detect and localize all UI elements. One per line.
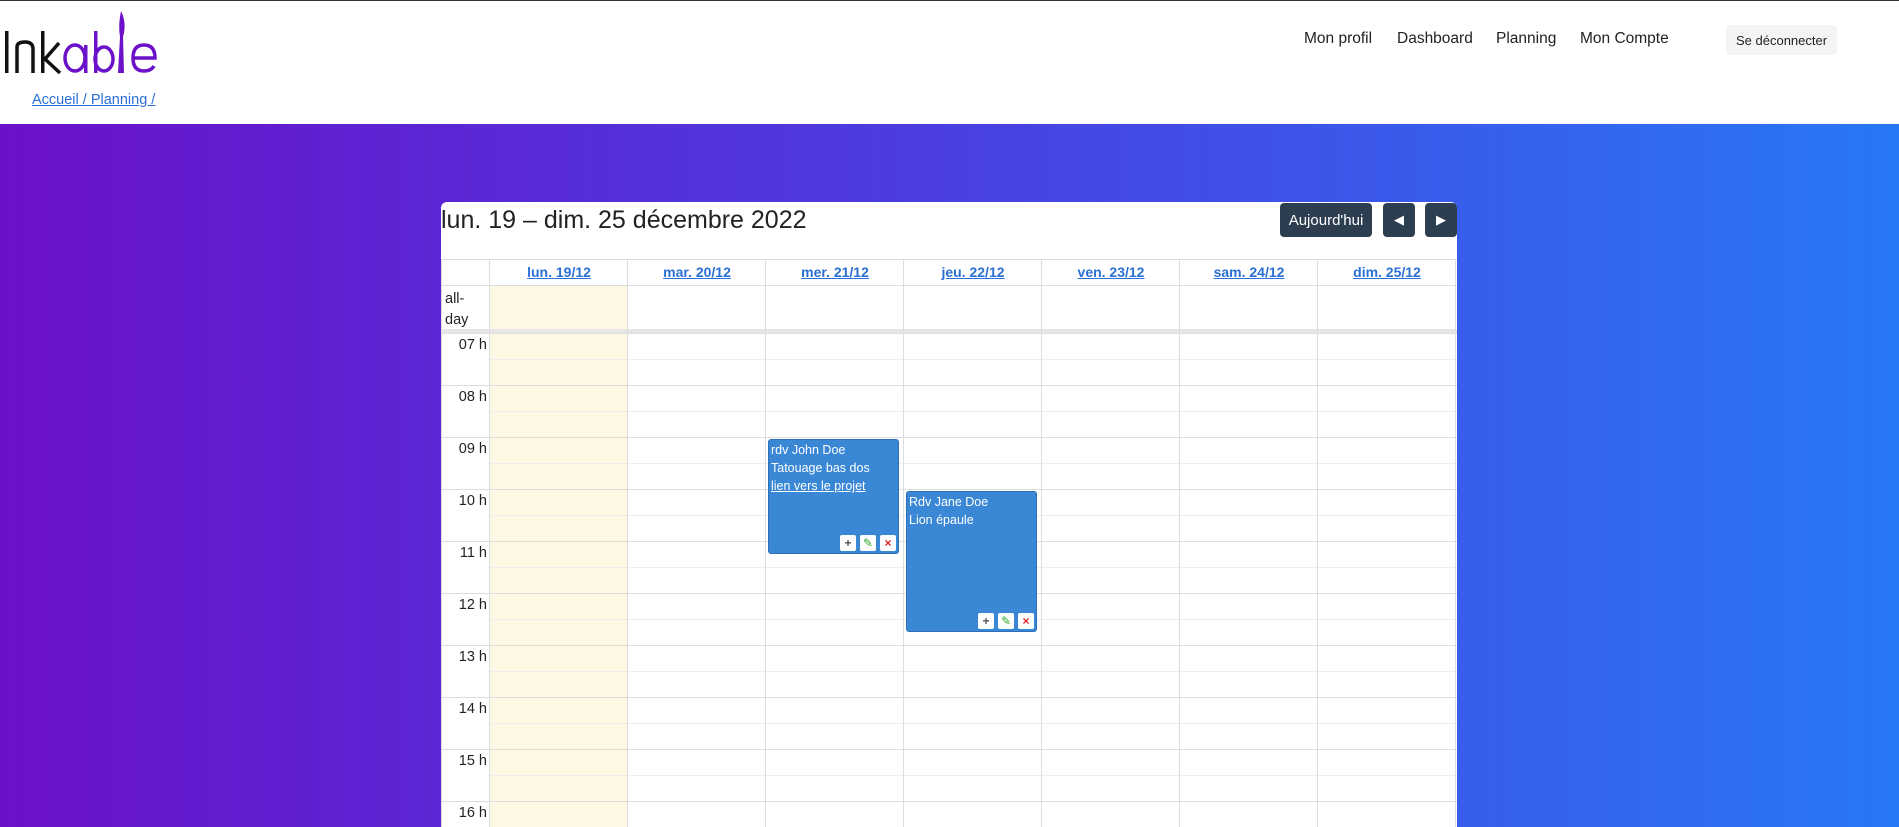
nav-planning[interactable]: Planning xyxy=(1496,30,1556,48)
calendar-title: lun. 19 – dim. 25 décembre 2022 xyxy=(441,206,807,234)
breadcrumb[interactable]: Accueil / Planning / xyxy=(32,92,155,108)
hour-line xyxy=(441,385,1457,386)
column-line xyxy=(1179,259,1180,827)
grid-left-border xyxy=(441,259,442,827)
hour-label: 14 h xyxy=(458,701,487,717)
hour-label: 09 h xyxy=(458,441,487,457)
column-line xyxy=(1455,259,1456,827)
logout-button[interactable]: Se déconnecter xyxy=(1726,25,1838,55)
calendar-event[interactable]: Rdv Jane Doe Lion épaule + ✎ × xyxy=(906,491,1037,632)
column-line xyxy=(489,259,490,827)
hour-label: 08 h xyxy=(458,389,487,405)
event-actions: + ✎ × xyxy=(978,613,1034,629)
pencil-icon[interactable]: ✎ xyxy=(998,613,1014,629)
hour-label: 13 h xyxy=(458,649,487,665)
hour-line xyxy=(441,437,1457,438)
half-hour-line xyxy=(490,671,1457,672)
nav-mon-compte[interactable]: Mon Compte xyxy=(1580,30,1669,48)
day-header[interactable]: ven. 23/12 xyxy=(1042,260,1180,285)
nav-dashboard[interactable]: Dashboard xyxy=(1397,30,1473,48)
half-hour-line xyxy=(490,411,1457,412)
calendar-event[interactable]: rdv John Doe Tatouage bas dos lien vers le… xyxy=(768,439,899,554)
event-description: Lion épaule xyxy=(909,513,974,527)
chevron-left-icon: ◀ xyxy=(1394,212,1404,227)
hour-label: 16 h xyxy=(458,805,487,821)
day-header[interactable]: dim. 25/12 xyxy=(1318,260,1456,285)
hour-line xyxy=(441,489,1457,490)
half-hour-line xyxy=(490,359,1457,360)
site-header: Mon profil Dashboard Planning Mon Compte… xyxy=(0,1,1899,124)
column-line xyxy=(1041,259,1042,827)
header-divider xyxy=(441,285,1457,286)
close-icon[interactable]: × xyxy=(880,535,896,551)
column-line xyxy=(765,259,766,827)
half-hour-line xyxy=(490,723,1457,724)
event-title: rdv John Doe xyxy=(771,443,846,457)
hour-line xyxy=(441,333,1457,334)
next-week-button[interactable]: ▶ xyxy=(1425,203,1457,237)
today-button[interactable]: Aujourd'hui xyxy=(1280,203,1372,237)
event-description: Tatouage bas dos xyxy=(771,461,870,475)
column-line xyxy=(1317,259,1318,827)
chevron-right-icon: ▶ xyxy=(1436,212,1446,227)
inkable-logo[interactable] xyxy=(3,7,163,75)
hour-line xyxy=(441,801,1457,802)
day-header[interactable]: mar. 20/12 xyxy=(628,260,766,285)
event-project-link[interactable]: lien vers le projet xyxy=(771,479,866,493)
day-header[interactable]: lun. 19/12 xyxy=(490,260,628,285)
hour-line xyxy=(441,645,1457,646)
half-hour-line xyxy=(490,775,1457,776)
event-title: Rdv Jane Doe xyxy=(909,495,989,509)
nav-mon-profil[interactable]: Mon profil xyxy=(1304,30,1372,48)
event-actions: + ✎ × xyxy=(840,535,896,551)
all-day-label: all-day xyxy=(445,291,469,328)
close-icon[interactable]: × xyxy=(1018,613,1034,629)
hour-label: 10 h xyxy=(458,493,487,509)
column-line xyxy=(627,259,628,827)
today-column-highlight xyxy=(490,285,628,827)
add-icon[interactable]: + xyxy=(978,613,994,629)
half-hour-line xyxy=(490,463,1457,464)
day-header[interactable]: jeu. 22/12 xyxy=(904,260,1042,285)
hour-line xyxy=(441,697,1457,698)
pencil-icon[interactable]: ✎ xyxy=(860,535,876,551)
hour-label: 15 h xyxy=(458,753,487,769)
prev-week-button[interactable]: ◀ xyxy=(1383,203,1415,237)
hour-label: 07 h xyxy=(458,337,487,353)
hour-label: 11 h xyxy=(459,545,487,561)
hour-label: 12 h xyxy=(458,597,487,613)
calendar: lun. 19 – dim. 25 décembre 2022 Aujourd'… xyxy=(441,202,1457,827)
hour-line xyxy=(441,749,1457,750)
day-header[interactable]: sam. 24/12 xyxy=(1180,260,1318,285)
add-icon[interactable]: + xyxy=(840,535,856,551)
column-line xyxy=(903,259,904,827)
day-header[interactable]: mer. 21/12 xyxy=(766,260,904,285)
